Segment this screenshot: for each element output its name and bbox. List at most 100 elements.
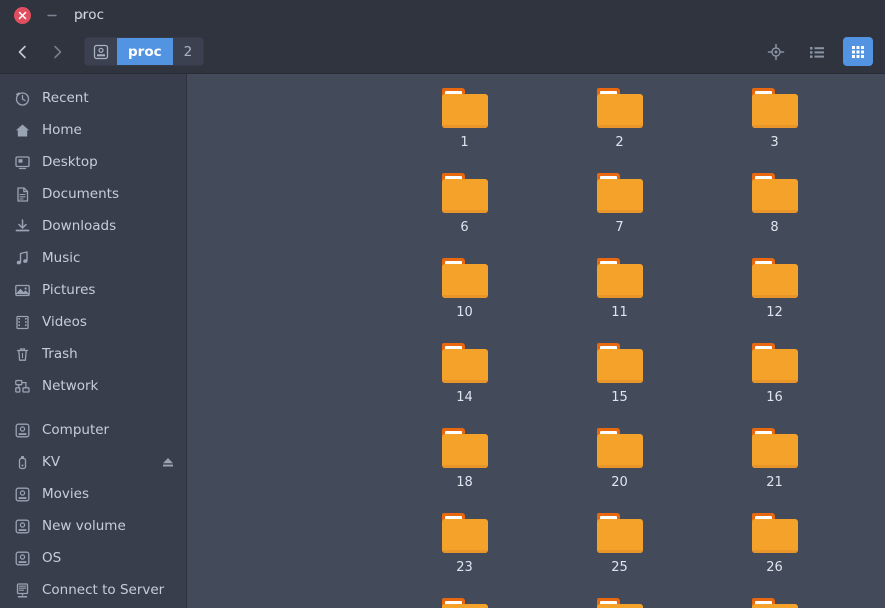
- close-button[interactable]: [14, 7, 31, 24]
- file-item[interactable]: 14: [387, 343, 542, 406]
- clock-icon: [14, 90, 31, 107]
- file-item[interactable]: 5: [852, 88, 885, 151]
- breadcrumb-item-proc[interactable]: proc: [117, 38, 173, 65]
- file-item[interactable]: 20: [542, 428, 697, 491]
- breadcrumb-item-computer[interactable]: [85, 38, 117, 65]
- sidebar-item-label: Pictures: [42, 282, 176, 298]
- file-item[interactable]: 25: [542, 513, 697, 576]
- file-item[interactable]: 23: [387, 513, 542, 576]
- sidebar-item-movies[interactable]: Movies: [0, 478, 186, 510]
- file-item-label: 25: [611, 560, 628, 576]
- sidebar-item-videos[interactable]: Videos: [0, 306, 186, 338]
- trash-icon: [14, 346, 31, 363]
- back-button[interactable]: [6, 37, 40, 67]
- grid-view-icon: [849, 43, 867, 61]
- file-item-label: 8: [770, 220, 778, 236]
- sidebar-item-connect-to-server[interactable]: Connect to Server: [0, 574, 186, 606]
- file-list-view[interactable]: 1235678910111213141516171820212223252627…: [187, 74, 885, 608]
- file-item[interactable]: 7: [542, 173, 697, 236]
- sidebar-item-downloads[interactable]: Downloads: [0, 210, 186, 242]
- file-item[interactable]: 10: [387, 258, 542, 321]
- sidebar-item-computer[interactable]: Computer: [0, 414, 186, 446]
- grid-view-button[interactable]: [843, 37, 873, 66]
- folder-icon: [597, 258, 643, 298]
- folder-icon: [442, 343, 488, 383]
- sidebar-item-label: Music: [42, 250, 176, 266]
- file-item[interactable]: 31: [852, 598, 885, 608]
- sidebar-item-trash[interactable]: Trash: [0, 338, 186, 370]
- folder-icon: [597, 173, 643, 213]
- file-item-label: 3: [770, 135, 778, 151]
- file-item[interactable]: 17: [852, 343, 885, 406]
- sidebar-item-new-volume[interactable]: New volume: [0, 510, 186, 542]
- folder-icon: [752, 598, 798, 608]
- drive-icon: [14, 518, 31, 535]
- sidebar-item-home[interactable]: Home: [0, 114, 186, 146]
- file-item-label: 26: [766, 560, 783, 576]
- sidebar-item-desktop[interactable]: Desktop: [0, 146, 186, 178]
- sidebar-item-kv[interactable]: KV: [0, 446, 186, 478]
- file-item[interactable]: 22: [852, 428, 885, 491]
- file-item-label: 11: [611, 305, 628, 321]
- eject-icon[interactable]: [160, 454, 176, 470]
- file-item[interactable]: 27: [852, 513, 885, 576]
- computer-icon: [93, 44, 109, 60]
- title-bar: proc: [0, 0, 885, 30]
- file-item[interactable]: 2: [542, 88, 697, 151]
- sidebar-item-label: Movies: [42, 486, 176, 502]
- home-icon: [14, 122, 31, 139]
- sidebar-divider: [0, 402, 186, 414]
- file-item[interactable]: 16: [697, 343, 852, 406]
- desktop-icon: [14, 154, 31, 171]
- file-item[interactable]: 30: [697, 598, 852, 608]
- video-icon: [14, 314, 31, 331]
- list-view-button[interactable]: [802, 37, 832, 66]
- file-item[interactable]: 8: [697, 173, 852, 236]
- download-icon: [14, 218, 31, 235]
- file-item[interactable]: 15: [542, 343, 697, 406]
- path-toolbar: proc 2: [0, 30, 885, 74]
- location-toggle-button[interactable]: [761, 37, 791, 66]
- forward-button[interactable]: [40, 37, 74, 67]
- file-item[interactable]: 29: [542, 598, 697, 608]
- sidebar-item-documents[interactable]: Documents: [0, 178, 186, 210]
- sidebar-item-label: Documents: [42, 186, 176, 202]
- file-manager-window: proc proc 2: [0, 0, 885, 608]
- sidebar-item-label: Connect to Server: [42, 582, 176, 598]
- file-item[interactable]: 1: [387, 88, 542, 151]
- folder-icon: [442, 258, 488, 298]
- sidebar-item-os[interactable]: OS: [0, 542, 186, 574]
- sidebar-item-recent[interactable]: Recent: [0, 82, 186, 114]
- file-item[interactable]: 11: [542, 258, 697, 321]
- file-item-label: 2: [615, 135, 623, 151]
- network-icon: [14, 378, 31, 395]
- sidebar-item-label: Trash: [42, 346, 176, 362]
- file-item-label: 23: [456, 560, 473, 576]
- file-item[interactable]: 6: [387, 173, 542, 236]
- target-icon: [767, 43, 785, 61]
- file-item[interactable]: 21: [697, 428, 852, 491]
- file-item[interactable]: 28: [387, 598, 542, 608]
- sidebar-item-label: Videos: [42, 314, 176, 330]
- file-item-label: 10: [456, 305, 473, 321]
- file-item[interactable]: 18: [387, 428, 542, 491]
- file-item-label: 12: [766, 305, 783, 321]
- sidebar-item-network[interactable]: Network: [0, 370, 186, 402]
- picture-icon: [14, 282, 31, 299]
- minimize-button[interactable]: [44, 7, 60, 23]
- usb-drive-icon: [14, 454, 31, 471]
- sidebar-item-pictures[interactable]: Pictures: [0, 274, 186, 306]
- file-item[interactable]: 9: [852, 173, 885, 236]
- list-view-icon: [808, 43, 826, 61]
- sidebar-item-music[interactable]: Music: [0, 242, 186, 274]
- file-item[interactable]: 26: [697, 513, 852, 576]
- file-item[interactable]: 3: [697, 88, 852, 151]
- folder-icon: [597, 88, 643, 128]
- folder-icon: [597, 428, 643, 468]
- sidebar-item-label: Computer: [42, 422, 176, 438]
- file-item[interactable]: 12: [697, 258, 852, 321]
- file-item-label: 1: [460, 135, 468, 151]
- file-item[interactable]: 13: [852, 258, 885, 321]
- breadcrumb: proc 2: [84, 37, 204, 66]
- breadcrumb-item-2[interactable]: 2: [173, 38, 204, 65]
